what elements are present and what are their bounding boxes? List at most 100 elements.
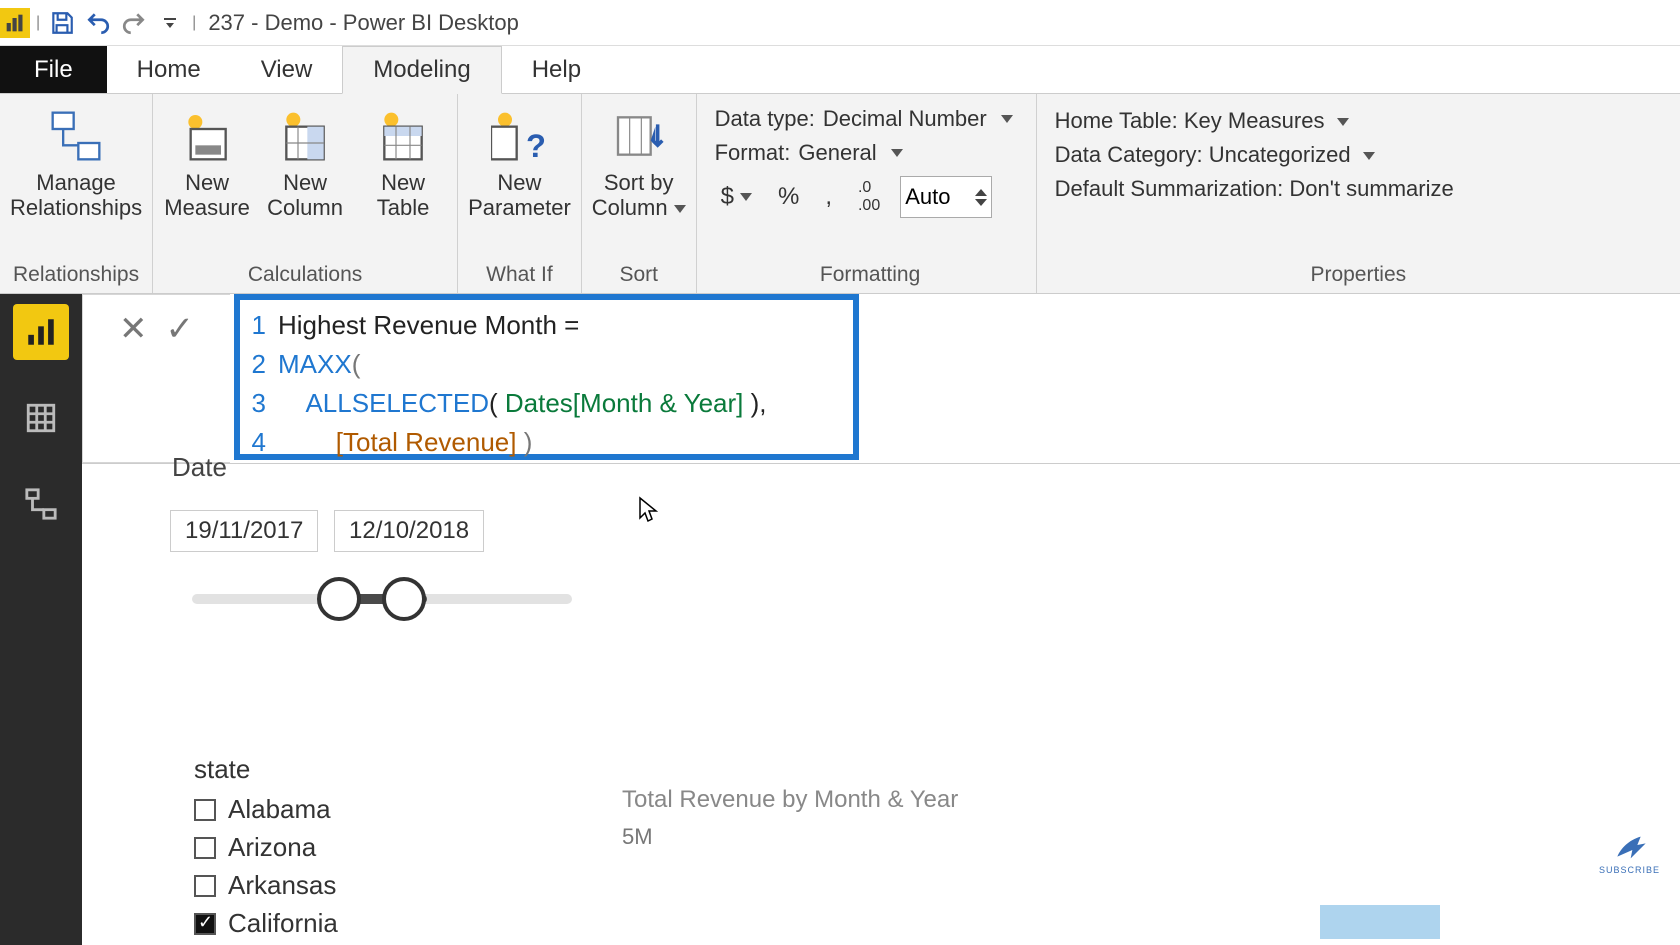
tab-home[interactable]: Home [107, 46, 231, 93]
data-type-dropdown[interactable]: Data type: Decimal Number [715, 102, 1026, 136]
stepper-up[interactable] [975, 189, 987, 196]
qat-dropdown-icon[interactable] [156, 9, 184, 37]
new-parameter-label: New Parameter [468, 170, 571, 221]
tab-file[interactable]: File [0, 46, 107, 93]
manage-relationships-button[interactable]: Manage Relationships [10, 102, 142, 221]
data-category-value: Uncategorized [1209, 142, 1351, 167]
format-dropdown[interactable]: Format: General [715, 136, 1026, 170]
save-icon[interactable] [48, 9, 76, 37]
ribbon: Manage Relationships Relationships New M… [0, 94, 1680, 294]
subscribe-badge[interactable]: SUBSCRIBE [1599, 825, 1660, 875]
qat-separator: | [36, 14, 40, 32]
stepper-down[interactable] [975, 199, 987, 206]
view-rail [0, 294, 82, 945]
model-view-button[interactable] [13, 476, 69, 532]
group-formatting: Data type: Decimal Number Format: Genera… [697, 94, 1037, 293]
state-item-alabama[interactable]: Alabama [194, 794, 331, 825]
new-column-button[interactable]: New Column [261, 102, 349, 221]
decimal-places-stepper[interactable] [900, 176, 992, 218]
home-table-value: Key Measures [1184, 108, 1325, 133]
group-relationships: Manage Relationships Relationships [0, 94, 153, 293]
chart-title: Total Revenue by Month & Year [622, 786, 958, 814]
svg-text:?: ? [526, 127, 546, 164]
chevron-down-icon [891, 149, 903, 157]
checkbox[interactable] [194, 875, 216, 897]
decimal-places-input[interactable] [901, 184, 971, 210]
tab-view[interactable]: View [231, 46, 343, 93]
data-type-label: Data type: [715, 106, 815, 132]
chevron-down-icon [674, 205, 686, 213]
line-gutter: 1234 [240, 300, 270, 454]
format-label: Format: [715, 140, 791, 166]
default-summarization-dropdown[interactable]: Default Summarization: Don't summarize [1055, 172, 1662, 206]
chart-y-tick: 5M [622, 824, 653, 850]
checkbox[interactable] [194, 837, 216, 859]
percent-format-button[interactable]: % [772, 181, 805, 213]
commit-formula-button[interactable]: ✓ [166, 309, 195, 349]
chevron-down-icon [1363, 152, 1375, 160]
currency-format-button[interactable]: $ [715, 181, 758, 213]
formula-bar: ✕ ✓ 1234 Highest Revenue Month = MAXX( A… [82, 294, 1680, 464]
sort-by-column-button[interactable]: Sort by Column [592, 102, 686, 221]
new-table-label: New Table [377, 170, 430, 221]
sort-by-column-label: Sort by Column [592, 170, 686, 221]
report-view-button[interactable] [13, 304, 69, 360]
window-title: 237 - Demo - Power BI Desktop [208, 10, 519, 36]
format-value: General [798, 140, 876, 166]
group-label-properties: Properties [1055, 259, 1662, 291]
data-view-button[interactable] [13, 390, 69, 446]
state-item-california[interactable]: California [194, 908, 338, 939]
state-item-label: Arizona [228, 832, 316, 863]
group-whatif: ? New Parameter What If [458, 94, 582, 293]
group-label-relationships: Relationships [13, 259, 139, 291]
group-label-whatif: What If [486, 259, 553, 291]
date-slider-handle-end[interactable] [382, 577, 426, 621]
home-table-dropdown[interactable]: Home Table: Key Measures [1055, 104, 1662, 138]
state-item-arkansas[interactable]: Arkansas [194, 870, 336, 901]
state-item-label: Alabama [228, 794, 331, 825]
checkbox[interactable] [194, 799, 216, 821]
subscribe-label: SUBSCRIBE [1599, 865, 1660, 875]
chevron-down-icon [1337, 118, 1349, 126]
formula-editor-wrap: 1234 Highest Revenue Month = MAXX( ALLSE… [230, 294, 1680, 463]
default-summarization-label: Default Summarization: [1055, 176, 1284, 201]
new-parameter-button[interactable]: ? New Parameter [468, 102, 571, 221]
data-category-dropdown[interactable]: Data Category: Uncategorized [1055, 138, 1662, 172]
chevron-down-icon [1001, 115, 1013, 123]
date-end-input[interactable]: 12/10/2018 [334, 510, 484, 552]
formula-code[interactable]: Highest Revenue Month = MAXX( ALLSELECTE… [270, 300, 774, 454]
tab-modeling[interactable]: Modeling [342, 46, 501, 94]
new-table-button[interactable]: New Table [359, 102, 447, 221]
group-label-sort: Sort [619, 259, 658, 291]
state-item-arizona[interactable]: Arizona [194, 832, 316, 863]
thousands-separator-button[interactable]: , [819, 181, 838, 213]
state-slicer-label: state [194, 754, 250, 785]
data-type-value: Decimal Number [823, 106, 987, 132]
formula-controls: ✕ ✓ [82, 294, 230, 463]
group-label-formatting: Formatting [820, 259, 920, 291]
date-slicer-label: Date [172, 452, 227, 483]
group-label-calculations: Calculations [248, 259, 362, 291]
date-start-input[interactable]: 19/11/2017 [170, 510, 318, 552]
title-bar: | | 237 - Demo - Power BI Desktop [0, 0, 1680, 46]
new-measure-button[interactable]: New Measure [163, 102, 251, 221]
state-item-label: California [228, 908, 338, 939]
formula-editor[interactable]: 1234 Highest Revenue Month = MAXX( ALLSE… [234, 294, 859, 460]
checkbox[interactable] [194, 913, 216, 935]
app-icon [0, 8, 30, 38]
redo-icon[interactable] [120, 9, 148, 37]
decimal-icon[interactable]: .0.00 [852, 177, 886, 217]
mouse-cursor-icon [638, 496, 658, 526]
home-table-label: Home Table: [1055, 108, 1178, 133]
data-category-label: Data Category: [1055, 142, 1203, 167]
undo-icon[interactable] [84, 9, 112, 37]
manage-relationships-label: Manage Relationships [10, 170, 142, 221]
quick-access-toolbar [42, 9, 190, 37]
new-measure-label: New Measure [164, 170, 250, 221]
cancel-formula-button[interactable]: ✕ [119, 309, 148, 349]
tab-help[interactable]: Help [502, 46, 611, 93]
default-summarization-value: Don't summarize [1289, 176, 1453, 201]
date-slider-handle-start[interactable] [317, 577, 361, 621]
new-column-label: New Column [267, 170, 343, 221]
group-calculations: New Measure New Column New Table Calcula… [153, 94, 458, 293]
